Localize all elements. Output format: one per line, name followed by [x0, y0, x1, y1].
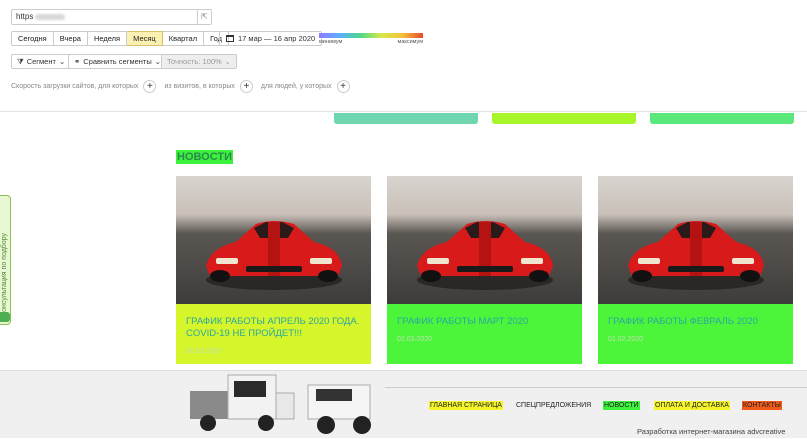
- chevron-down-icon: ⌄: [58, 57, 66, 66]
- period-month[interactable]: Месяц: [127, 31, 163, 46]
- card-title[interactable]: ГРАФИК РАБОТЫ ФЕВРАЛЬ 2020: [608, 316, 783, 328]
- card-title[interactable]: ГРАФИК РАБОТЫ АПРЕЛЬ 2020 ГОДА. COVID-19…: [186, 316, 361, 340]
- metrica-toolbar: https ⇱ Сегодня Вчера Неделя Месяц Кварт…: [0, 0, 807, 112]
- compare-label: Сравнить сегменты: [83, 57, 152, 66]
- url-blurred: [35, 13, 66, 20]
- footer-nav-contacts[interactable]: КОНТАКТЫ: [742, 401, 782, 410]
- compare-segments-button[interactable]: ⚭ Сравнить сегменты ⌄: [68, 54, 168, 69]
- heat-scale-bar: [319, 33, 423, 38]
- add-filter-icon[interactable]: +: [239, 80, 253, 93]
- period-yesterday[interactable]: Вчера: [53, 31, 88, 46]
- card-body: ГРАФИК РАБОТЫ АПРЕЛЬ 2020 ГОДА. COVID-19…: [176, 304, 371, 364]
- chevron-down-icon: ⌄: [224, 57, 231, 66]
- card-date: 30.03.2020: [186, 348, 222, 355]
- message-icon[interactable]: [0, 312, 10, 322]
- open-link-icon[interactable]: ⇱: [197, 10, 211, 24]
- car-image: [176, 176, 371, 304]
- footer-nav-news[interactable]: НОВОСТИ: [603, 401, 640, 410]
- compare-icon: ⚭: [74, 57, 81, 66]
- heat-scale: минимум максимум: [319, 33, 423, 45]
- footer-nav-offers[interactable]: СПЕЦПРЕДЛОЖЕНИЯ: [515, 401, 592, 410]
- card-date: 01.02.2020: [608, 336, 644, 343]
- footer-nav-home[interactable]: ГЛАВНАЯ СТРАНИЦА: [429, 401, 503, 410]
- car-image: [598, 176, 793, 304]
- scale-max-label: максимум: [397, 39, 423, 45]
- accuracy-button[interactable]: Точность: 100% ⌄: [161, 54, 237, 69]
- date-range-button[interactable]: 17 мар — 16 апр 2020: [219, 31, 323, 46]
- add-filter-icon[interactable]: +: [336, 80, 350, 93]
- news-card[interactable]: ГРАФИК РАБОТЫ ФЕВРАЛЬ 2020 01.02.2020: [598, 176, 793, 364]
- filter-row: Скорость загрузки сайтов, для которых + …: [11, 80, 358, 93]
- news-heading: НОВОСТИ: [176, 150, 234, 164]
- news-card[interactable]: ГРАФИК РАБОТЫ АПРЕЛЬ 2020 ГОДА. COVID-19…: [176, 176, 371, 364]
- car-image: [387, 176, 582, 304]
- trucks-image: [190, 374, 371, 434]
- filter-icon: ⧩: [17, 57, 24, 66]
- consultation-label: Консультация по подбору: [1, 232, 8, 316]
- period-today[interactable]: Сегодня: [11, 31, 54, 46]
- footer-nav-delivery[interactable]: ОПЛАТА И ДОСТАВКА: [654, 401, 730, 410]
- strip-block: [492, 113, 636, 124]
- news-card[interactable]: ГРАФИК РАБОТЫ МАРТ 2020 02.03.2020: [387, 176, 582, 364]
- strip-block: [650, 113, 794, 124]
- filter-label-1: Скорость загрузки сайтов, для которых: [11, 83, 139, 90]
- card-body: ГРАФИК РАБОТЫ ФЕВРАЛЬ 2020 01.02.2020: [598, 304, 793, 364]
- scale-min-label: минимум: [319, 39, 343, 45]
- card-title[interactable]: ГРАФИК РАБОТЫ МАРТ 2020: [397, 316, 572, 328]
- card-date: 02.03.2020: [397, 336, 433, 343]
- strip-block: [334, 113, 478, 124]
- site-preview: НОВОСТИ ГРАФИК РАБОТЫ АПРЕЛЬ 2020 ГОДА. …: [0, 113, 807, 438]
- period-selector: Сегодня Вчера Неделя Месяц Квартал Год: [11, 31, 230, 46]
- date-range-label: 17 мар — 16 апр 2020: [238, 34, 316, 43]
- period-quarter[interactable]: Квартал: [162, 31, 205, 46]
- consultation-tab[interactable]: Консультация по подбору: [0, 195, 11, 325]
- accuracy-label: Точность: 100%: [167, 57, 222, 66]
- add-filter-icon[interactable]: +: [143, 80, 157, 93]
- period-week[interactable]: Неделя: [87, 31, 128, 46]
- url-prefix: https: [16, 12, 34, 21]
- url-field[interactable]: https ⇱: [11, 9, 212, 25]
- footer-copyright[interactable]: Разработка интернет-магазина advcreative: [637, 427, 785, 436]
- segment-label: Сегмент: [26, 57, 56, 66]
- filter-label-3: для людей, у которых: [260, 83, 332, 90]
- site-footer: ГЛАВНАЯ СТРАНИЦА СПЕЦПРЕДЛОЖЕНИЯ НОВОСТИ…: [0, 370, 807, 438]
- footer-divider: [385, 387, 807, 388]
- segment-button[interactable]: ⧩ Сегмент ⌄: [11, 54, 72, 69]
- calendar-icon: [226, 35, 234, 42]
- card-body: ГРАФИК РАБОТЫ МАРТ 2020 02.03.2020: [387, 304, 582, 364]
- filter-label-2: из визитов, в которых: [164, 83, 235, 90]
